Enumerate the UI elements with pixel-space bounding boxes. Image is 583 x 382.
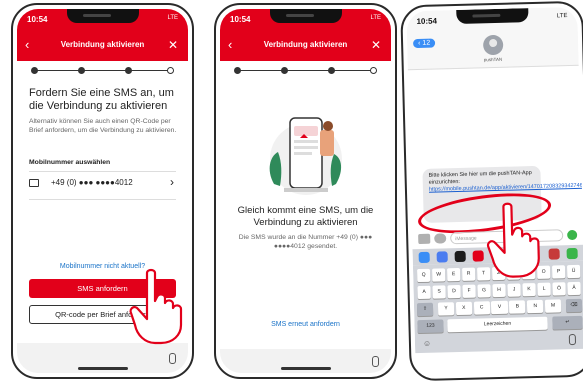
phone-mockup-sms-request: 10:54 LTE ‹ Verbindung aktivieren ✕ Ford… <box>11 3 194 379</box>
phone-notch <box>455 8 529 24</box>
bottom-bar <box>220 349 391 373</box>
key-r[interactable]: R <box>461 267 476 281</box>
progress-stepper <box>234 67 377 75</box>
key-j[interactable]: J <box>507 283 521 297</box>
screen: 10:54 LTE ‹ 12 pushTAN Bitte klicken Sie… <box>406 6 583 376</box>
page-title: Verbindung aktivieren <box>263 40 348 49</box>
status-indicators: LTE <box>370 15 381 21</box>
camera-icon[interactable] <box>418 233 431 245</box>
key-h[interactable]: H <box>492 283 506 298</box>
step-dot-3 <box>328 67 336 74</box>
key-x[interactable]: X <box>455 301 473 316</box>
apps-icon[interactable] <box>434 233 447 244</box>
key-c[interactable]: C <box>473 301 490 315</box>
space-key[interactable]: Leerzeichen <box>447 316 548 333</box>
divider <box>29 171 176 172</box>
key-v[interactable]: V <box>491 300 508 315</box>
progress-stepper <box>31 67 174 75</box>
chevron-right-icon: › <box>170 175 174 189</box>
page-title: Verbindung aktivieren <box>60 40 145 49</box>
contact-name: pushTAN <box>483 56 503 63</box>
keyboard-row-4: 123 Leerzeichen ↵ <box>417 315 583 334</box>
key-k[interactable]: K <box>522 283 536 297</box>
phone-number-row[interactable]: +49 (0) ●●● ●●●●4012 › <box>29 175 176 197</box>
step-dot-4 <box>370 67 377 74</box>
key-y[interactable]: Y <box>437 302 455 316</box>
step-dot-2 <box>78 67 86 74</box>
key-a[interactable]: A <box>417 285 431 300</box>
app-header: 10:54 LTE ‹ Verbindung aktivieren ✕ <box>220 9 391 61</box>
back-button[interactable]: ‹ 12 <box>412 38 436 49</box>
divider <box>29 199 176 200</box>
close-icon[interactable]: ✕ <box>168 35 178 55</box>
key-s[interactable]: S <box>432 285 446 299</box>
hand-pointer-icon <box>486 202 540 278</box>
status-indicators: LTE <box>556 13 568 20</box>
message-text: Bitte klicken Sie hier um die pushTAN-Ap… <box>428 170 532 186</box>
bottom-bar <box>17 343 188 373</box>
nav-bar: ‹ Verbindung aktivieren ✕ <box>220 35 391 55</box>
microphone-icon[interactable] <box>169 353 176 364</box>
key-f[interactable]: F <box>462 284 476 298</box>
key-g[interactable]: G <box>477 284 491 298</box>
keyboard-row-2: ASDFGHJKLÖÄ <box>416 281 581 300</box>
phone-mockup-sms-sent: 10:54 LTE ‹ Verbindung aktivieren ✕ Glei… <box>214 3 397 379</box>
nav-bar: ‹ Verbindung aktivieren ✕ <box>17 35 188 55</box>
key-d[interactable]: D <box>447 284 461 299</box>
key-n[interactable]: N <box>526 299 544 314</box>
hand-pointer-icon <box>129 268 183 345</box>
messages-header: 10:54 LTE ‹ 12 pushTAN <box>406 6 579 71</box>
emoji-icon[interactable]: ☺ <box>423 339 431 348</box>
key-w[interactable]: W <box>431 268 446 282</box>
key-ü[interactable]: Ü <box>566 264 581 279</box>
microphone-icon[interactable] <box>568 333 577 346</box>
send-icon[interactable] <box>567 229 578 241</box>
phone-mockup-messages: 10:54 LTE ‹ 12 pushTAN Bitte klicken Sie… <box>400 0 583 382</box>
subtext: Die SMS wurde an die Nummer +49 (0) ●●● … <box>238 234 373 250</box>
status-time: 10:54 <box>416 16 438 27</box>
subtext: Alternativ können Sie auch einen QR-Code… <box>29 118 177 134</box>
status-indicators: LTE <box>167 15 178 21</box>
section-label: Mobilnummer auswählen <box>29 159 111 166</box>
step-dot-1 <box>31 67 38 74</box>
key-q[interactable]: Q <box>416 268 431 283</box>
delete-key[interactable]: ⌫ <box>565 298 583 313</box>
key-p[interactable]: P <box>551 265 566 279</box>
home-indicator <box>77 367 128 370</box>
phone-number: +49 (0) ●●● ●●●●4012 <box>51 178 133 187</box>
screen: 10:54 LTE ‹ Verbindung aktivieren ✕ Glei… <box>220 9 391 373</box>
heading: Gleich kommt eine SMS, um die Verbindung… <box>237 205 374 228</box>
step-dot-1 <box>234 67 241 74</box>
home-indicator <box>280 367 331 370</box>
phone-illustration <box>269 117 342 195</box>
key-ä[interactable]: Ä <box>567 281 581 296</box>
sms-icon <box>29 179 39 187</box>
return-key[interactable]: ↵ <box>552 315 583 330</box>
step-dot-4 <box>167 67 174 74</box>
keyboard-row-3: ⇧ ⌫ YXCVBNM <box>416 298 583 317</box>
numbers-key[interactable]: 123 <box>417 319 444 334</box>
avatar[interactable] <box>482 34 503 56</box>
microphone-icon[interactable] <box>372 356 379 367</box>
close-icon[interactable]: ✕ <box>371 35 381 55</box>
key-b[interactable]: B <box>509 300 526 314</box>
status-time: 10:54 <box>230 15 251 24</box>
shift-key[interactable]: ⇧ <box>416 302 434 317</box>
key-m[interactable]: M <box>544 299 562 313</box>
phone-notch <box>269 9 342 23</box>
step-dot-3 <box>125 67 133 74</box>
heading: Fordern Sie eine SMS an, um die Verbindu… <box>29 87 174 112</box>
status-time: 10:54 <box>27 15 48 24</box>
phone-notch <box>66 9 139 23</box>
app-icon[interactable] <box>454 250 466 263</box>
app-icon[interactable] <box>418 251 430 264</box>
app-icon[interactable] <box>436 251 448 263</box>
app-icon[interactable] <box>566 247 578 260</box>
app-header: 10:54 LTE ‹ Verbindung aktivieren ✕ <box>17 9 188 61</box>
key-e[interactable]: E <box>446 267 461 282</box>
step-dot-2 <box>281 67 289 74</box>
key-ö[interactable]: Ö <box>552 282 566 296</box>
resend-sms-link[interactable]: SMS erneut anfordern <box>220 321 391 328</box>
key-l[interactable]: L <box>537 282 551 296</box>
